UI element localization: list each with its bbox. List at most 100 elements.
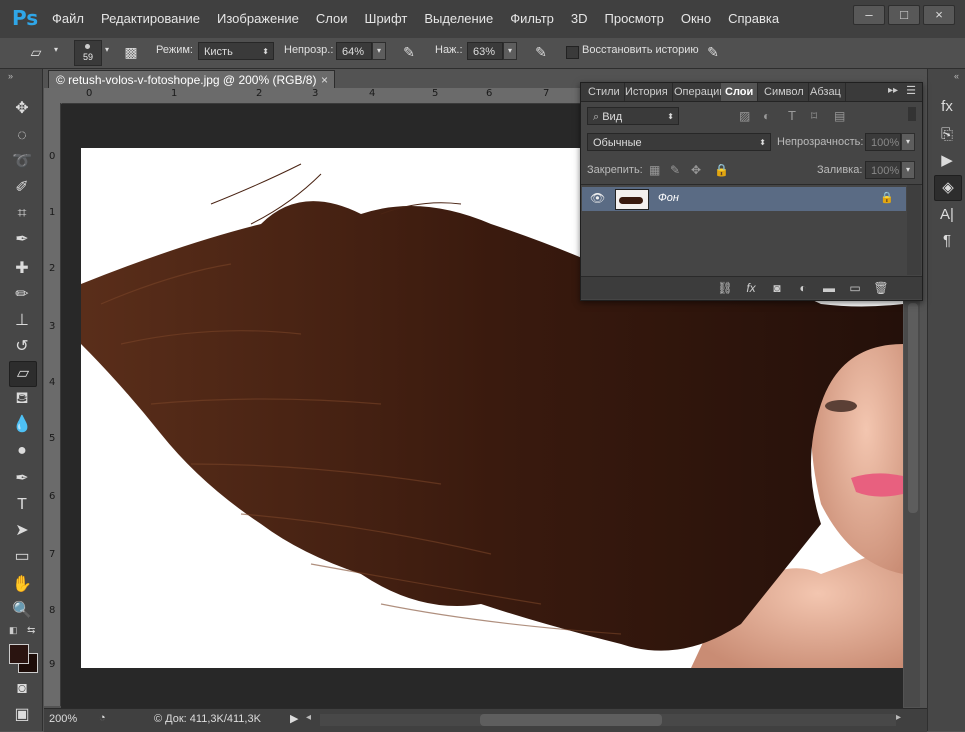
menu-help[interactable]: Справка xyxy=(728,11,779,26)
filter-toggle[interactable] xyxy=(908,107,916,121)
type-filter-icon[interactable]: T xyxy=(788,108,796,123)
brush-size-dropdown[interactable]: ▾ xyxy=(100,42,114,60)
fill-dropdown[interactable]: ▾ xyxy=(901,161,915,179)
layer-row[interactable]: 👁 Фон 🔒 xyxy=(582,187,906,211)
status-share-icon[interactable]: ◔ xyxy=(99,712,106,724)
layer-style-icon[interactable]: fx xyxy=(741,279,761,297)
healing-brush-tool-icon[interactable]: ✚ xyxy=(9,257,35,281)
rectangle-tool-icon[interactable]: ▭ xyxy=(9,545,35,569)
path-selection-tool-icon[interactable]: ➤ xyxy=(9,519,35,543)
visibility-eye-icon[interactable]: 👁 xyxy=(590,191,605,205)
link-layers-icon[interactable]: ⛓ xyxy=(715,279,735,297)
eyedropper-tool-icon[interactable]: ✒ xyxy=(9,228,35,252)
new-layer-icon[interactable]: ▭ xyxy=(845,279,865,297)
tab-paragraph[interactable]: Абзац xyxy=(806,83,846,101)
history-brush-tool-icon[interactable]: ↺ xyxy=(9,335,35,359)
history-panel-icon[interactable]: ⎘ xyxy=(934,123,960,147)
pressure-dropdown[interactable]: ▾ xyxy=(503,42,517,60)
type-tool-icon[interactable]: T xyxy=(9,493,35,517)
tool-preset-dropdown[interactable]: ▾ xyxy=(49,42,63,60)
menu-view[interactable]: Просмотр xyxy=(605,11,664,26)
brush-preset-picker[interactable]: 59 xyxy=(74,40,102,66)
menu-edit[interactable]: Редактирование xyxy=(101,11,200,26)
vertical-ruler[interactable]: 0 1 2 3 4 5 6 7 8 9 xyxy=(44,103,61,706)
lock-transparent-icon[interactable]: ▦ xyxy=(649,163,660,177)
menu-image[interactable]: Изображение xyxy=(217,11,299,26)
dodge-tool-icon[interactable]: ● xyxy=(9,439,35,463)
new-group-icon[interactable]: ▬ xyxy=(819,279,839,297)
tab-history[interactable]: История xyxy=(621,83,673,101)
layer-filter-select[interactable]: ⌕ Вид ⬍ xyxy=(587,107,679,125)
screen-mode-icon[interactable]: ▣ xyxy=(9,703,35,727)
pressure-opacity-icon[interactable]: ✎ xyxy=(398,42,420,62)
pressure-field[interactable]: 63% xyxy=(467,42,503,60)
paint-bucket-tool-icon[interactable]: ⛾ xyxy=(9,387,35,411)
photoshop-logo[interactable]: Ps xyxy=(12,6,38,30)
ruler-origin[interactable] xyxy=(44,88,62,103)
character-panel-icon[interactable]: A| xyxy=(934,203,960,227)
scroll-left-icon[interactable]: ◂ xyxy=(306,712,311,723)
airbrush-icon[interactable]: ✎ xyxy=(530,42,552,62)
pressure-size-icon[interactable]: ✎ xyxy=(702,42,724,62)
layer-opacity-dropdown[interactable]: ▾ xyxy=(901,133,915,151)
brush-panel-icon[interactable]: ▩ xyxy=(120,42,142,62)
lock-pixels-icon[interactable]: ✎ xyxy=(670,163,680,177)
tab-styles[interactable]: Стили xyxy=(584,83,625,101)
menu-3d[interactable]: 3D xyxy=(571,11,588,26)
marquee-tool-icon[interactable]: ◌ xyxy=(9,124,35,148)
document-close-icon[interactable]: × xyxy=(321,71,328,89)
tab-character[interactable]: Символ xyxy=(760,83,809,101)
fill-field[interactable]: 100% xyxy=(865,161,901,179)
collapse-tools-icon[interactable]: » xyxy=(8,71,13,81)
zoom-tool-icon[interactable]: 🔍 xyxy=(9,599,35,623)
delete-layer-icon[interactable]: 🗑 xyxy=(871,279,891,297)
collapse-panel-icon[interactable]: ▸▸ xyxy=(888,85,898,96)
mode-select[interactable]: Кисть ⬍ xyxy=(198,42,274,60)
move-tool-icon[interactable]: ✥ xyxy=(9,97,35,121)
crop-tool-icon[interactable]: ⌗ xyxy=(9,202,35,226)
blur-tool-icon[interactable]: 💧 xyxy=(9,413,35,437)
vertical-scroll-thumb[interactable] xyxy=(908,303,918,513)
adjustment-layer-icon[interactable]: ◐ xyxy=(793,279,813,297)
adjustment-filter-icon[interactable]: ◐ xyxy=(763,109,770,123)
menu-window[interactable]: Окно xyxy=(681,11,711,26)
menu-file[interactable]: Файл xyxy=(52,11,84,26)
eraser-tool-preset-icon[interactable]: ▱ xyxy=(25,42,47,62)
menu-type[interactable]: Шрифт xyxy=(365,11,408,26)
lock-all-icon[interactable]: 🔒 xyxy=(714,163,729,177)
restore-button[interactable]: □ xyxy=(888,5,920,25)
scroll-right-icon[interactable]: ▸ xyxy=(896,712,901,723)
add-mask-icon[interactable]: ◙ xyxy=(767,279,787,297)
smart-object-filter-icon[interactable]: ▤ xyxy=(834,109,845,123)
actions-panel-icon[interactable]: ▶ xyxy=(934,149,960,173)
swap-colors-icon[interactable]: ⇆ xyxy=(27,625,35,636)
paragraph-panel-icon[interactable]: ¶ xyxy=(934,229,960,253)
menu-layers[interactable]: Слои xyxy=(316,11,348,26)
opacity-field[interactable]: 64% xyxy=(336,42,372,60)
lock-position-icon[interactable]: ✥ xyxy=(691,163,701,177)
lasso-tool-icon[interactable]: ➰ xyxy=(9,150,35,174)
styles-panel-icon[interactable]: fx xyxy=(934,95,960,119)
menu-filter[interactable]: Фильтр xyxy=(510,11,554,26)
pixel-filter-icon[interactable]: ▨ xyxy=(739,109,750,123)
clone-stamp-tool-icon[interactable]: ⊥ xyxy=(9,309,35,333)
opacity-dropdown[interactable]: ▾ xyxy=(372,42,386,60)
hand-tool-icon[interactable]: ✋ xyxy=(9,573,35,597)
pen-tool-icon[interactable]: ✒ xyxy=(9,467,35,491)
zoom-level[interactable]: 200% xyxy=(49,713,77,725)
horizontal-scroll-thumb[interactable] xyxy=(480,714,662,726)
quick-selection-tool-icon[interactable]: ✐ xyxy=(9,176,35,200)
blend-mode-select[interactable]: Обычные ⬍ xyxy=(587,133,771,151)
menu-select[interactable]: Выделение xyxy=(424,11,493,26)
layer-opacity-field[interactable]: 100% xyxy=(865,133,901,151)
eraser-tool-icon[interactable]: ▱ xyxy=(9,361,37,387)
quick-mask-icon[interactable]: ◙ xyxy=(9,677,35,701)
brush-tool-icon[interactable]: ✏ xyxy=(9,283,35,307)
default-colors-icon[interactable]: ◧ xyxy=(9,625,18,636)
foreground-color-swatch[interactable] xyxy=(9,644,29,664)
tab-layers[interactable]: Слои xyxy=(721,83,759,101)
panel-menu-icon[interactable]: ☰ xyxy=(906,84,916,97)
status-menu-arrow-icon[interactable]: ▶ xyxy=(290,712,298,725)
shape-filter-icon[interactable]: ⌑ xyxy=(811,109,817,123)
minimize-button[interactable]: – xyxy=(853,5,885,25)
